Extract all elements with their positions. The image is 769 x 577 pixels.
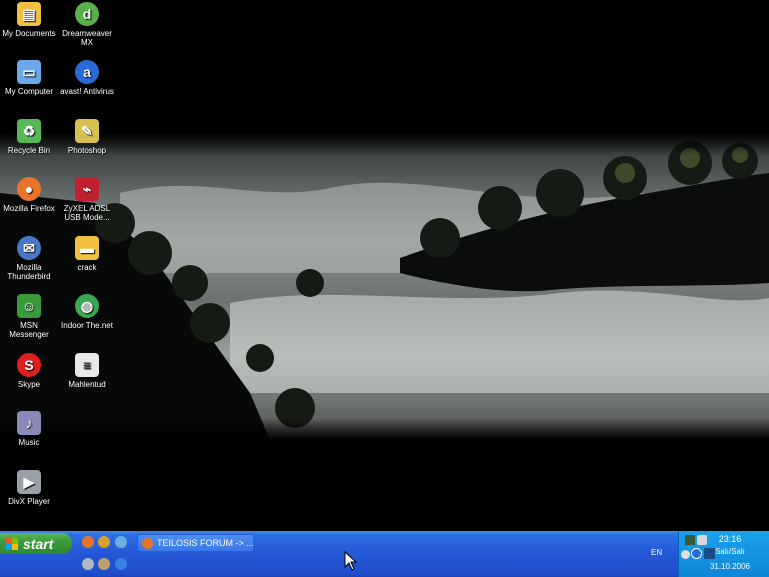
icon-label: Mozilla Thunderbird <box>7 263 51 281</box>
network-icon[interactable] <box>685 535 695 545</box>
desktop-icon-recycle-bin[interactable]: ♻ Recycle Bin <box>0 119 58 155</box>
icon-label: Skype <box>17 380 41 389</box>
computer-icon: ▭ <box>17 60 41 84</box>
quicklaunch-firefox-icon[interactable] <box>82 536 94 548</box>
clock-date: 31.10.2006 <box>709 562 751 571</box>
quicklaunch-browser-icon[interactable] <box>98 536 110 548</box>
taskbar-item-firefox-window[interactable]: TEILOSIS FORUM -> ... <box>137 534 254 552</box>
tray-arrow-icon[interactable] <box>681 550 690 559</box>
icon-label: Music <box>18 438 40 447</box>
desktop-icon-indoor-the-net[interactable]: ◍ Indoor The.net <box>58 294 116 330</box>
desktop-icon-dreamweaver[interactable]: d Dreamweaver MX <box>58 2 116 47</box>
icon-label: Dreamweaver MX <box>62 29 112 47</box>
desktop-icon-divx-player[interactable]: ▶ DivX Player <box>0 470 58 506</box>
icon-label: Mozilla Firefox <box>3 204 55 213</box>
photoshop-icon: ✎ <box>75 119 99 143</box>
quicklaunch-app-icon[interactable] <box>115 536 127 548</box>
desktop-icon-music[interactable]: ♪ Music <box>0 411 58 447</box>
firefox-icon <box>142 537 153 549</box>
icon-label: crack <box>77 263 97 272</box>
desktop-icon-crack-folder[interactable]: ▬ crack <box>58 236 116 272</box>
desktop-icon-my-documents[interactable]: ▤ My Documents <box>0 2 58 38</box>
language-indicator[interactable]: EN <box>651 548 662 557</box>
taskbar-item-label: TEILOSIS FORUM -> ... <box>157 538 254 548</box>
start-label: start <box>23 535 54 552</box>
notepad-icon: ≡ <box>75 353 99 377</box>
firefox-icon: ● <box>17 177 41 201</box>
taskbar: start TEILOSIS FORUM -> ... EN <box>0 531 769 577</box>
clock-day: Salı/Salı <box>715 547 745 556</box>
start-button[interactable]: start <box>0 533 72 554</box>
music-icon: ♪ <box>17 411 41 435</box>
globe-icon: ◍ <box>75 294 99 318</box>
icon-label: DivX Player <box>8 497 50 506</box>
desktop-icon-zyxel-modem[interactable]: ⌁ ZyXEL ADSL USB Mode... <box>58 177 116 222</box>
icon-label: Recycle Bin <box>7 146 51 155</box>
folder-documents-icon: ▤ <box>17 2 41 26</box>
dreamweaver-icon: d <box>75 2 99 26</box>
recycle-bin-icon: ♻ <box>17 119 41 143</box>
avast-icon: a <box>75 60 99 84</box>
icon-label: Indoor The.net <box>61 321 113 330</box>
icon-label: avast! Antivirus <box>60 87 114 96</box>
windows-logo-icon <box>6 537 18 550</box>
quicklaunch-desktop-icon[interactable] <box>82 558 94 570</box>
desktop-icon-msn-messenger[interactable]: ☺ MSN Messenger <box>0 294 58 339</box>
icon-label: Photoshop <box>67 146 107 155</box>
icon-label: Mahlentud <box>68 380 106 389</box>
clock-time[interactable]: 23:16 <box>700 534 760 544</box>
desktop-icon-avast[interactable]: a avast! Antivirus <box>58 60 116 96</box>
thunderbird-icon: ✉ <box>17 236 41 260</box>
divx-player-icon: ▶ <box>17 470 41 494</box>
msn-messenger-icon: ☺ <box>17 294 41 318</box>
desktop-icon-firefox[interactable]: ● Mozilla Firefox <box>0 177 58 213</box>
icon-label: MSN Messenger <box>9 321 49 339</box>
desktop-icon-photoshop[interactable]: ✎ Photoshop <box>58 119 116 155</box>
icon-label: My Computer <box>4 87 53 96</box>
quicklaunch-tool-icon[interactable] <box>98 558 110 570</box>
desktop-icon-notepad[interactable]: ≡ Mahlentud <box>58 353 116 389</box>
modem-icon: ⌁ <box>75 177 99 201</box>
mouse-cursor-icon <box>344 551 358 571</box>
folder-icon: ▬ <box>75 236 99 260</box>
desktop-icon-thunderbird[interactable]: ✉ Mozilla Thunderbird <box>0 236 58 281</box>
desktop-icon-my-computer[interactable]: ▭ My Computer <box>0 60 58 96</box>
skype-icon: S <box>17 353 41 377</box>
desktop-icon-skype[interactable]: S Skype <box>0 353 58 389</box>
quicklaunch-ie-icon[interactable] <box>115 558 127 570</box>
icon-label: My Documents <box>2 29 56 38</box>
icon-label: ZyXEL ADSL USB Mode... <box>63 204 111 222</box>
